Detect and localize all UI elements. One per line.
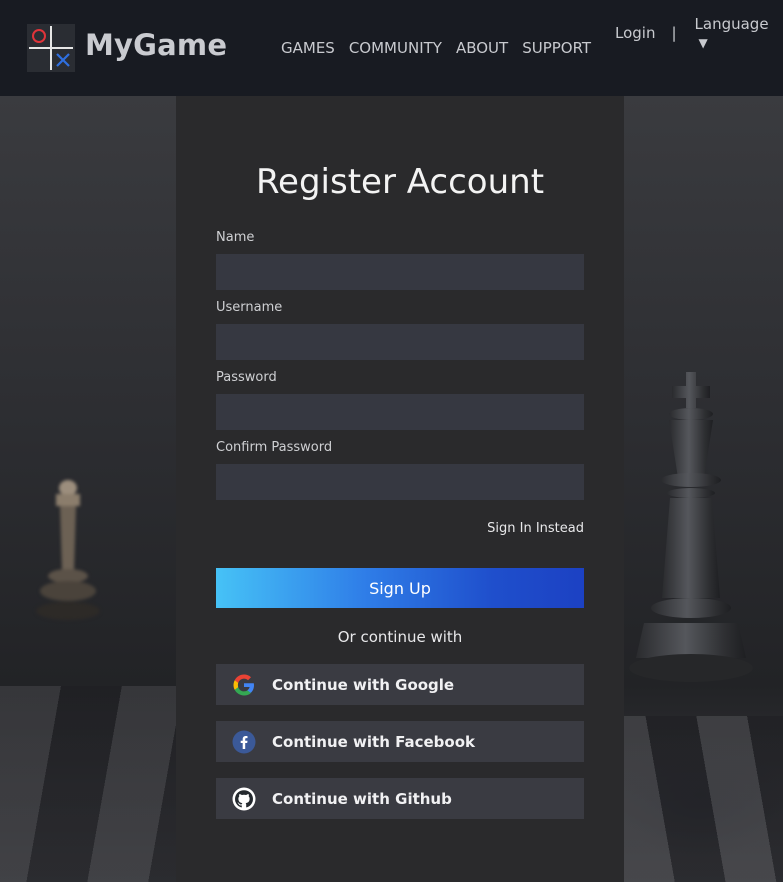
caret-down-icon: ▼: [698, 36, 708, 50]
github-login-button[interactable]: Continue with Github: [216, 778, 584, 819]
separator: |: [671, 24, 677, 42]
facebook-button-label: Continue with Facebook: [272, 732, 476, 751]
github-icon: [232, 787, 256, 811]
top-navbar: MyGame GAMES COMMUNITY ABOUT SUPPORT Log…: [0, 0, 783, 96]
github-button-label: Continue with Github: [272, 789, 452, 808]
nav-support[interactable]: SUPPORT: [522, 39, 591, 57]
facebook-login-button[interactable]: Continue with Facebook: [216, 721, 584, 762]
chessboard-right: [624, 716, 783, 882]
confirm-password-input[interactable]: [216, 464, 584, 500]
chess-rook-image: [36, 480, 100, 620]
username-label: Username: [216, 300, 283, 315]
account-menu: Login | Language ▼: [615, 15, 783, 51]
name-label: Name: [216, 230, 255, 245]
google-icon: [232, 673, 256, 697]
nav-about[interactable]: ABOUT: [456, 39, 508, 57]
password-label: Password: [216, 370, 277, 385]
nav-games[interactable]: GAMES: [281, 39, 335, 57]
nav-community[interactable]: COMMUNITY: [349, 39, 442, 57]
main-nav: GAMES COMMUNITY ABOUT SUPPORT: [281, 39, 591, 57]
brand-name[interactable]: MyGame: [85, 28, 227, 62]
chess-king-image: [629, 372, 753, 682]
facebook-icon: [232, 730, 256, 754]
google-login-button[interactable]: Continue with Google: [216, 664, 584, 705]
sign-up-button[interactable]: Sign Up: [216, 568, 584, 608]
language-label: Language: [694, 15, 769, 33]
sign-in-instead-link[interactable]: Sign In Instead: [216, 521, 584, 536]
page-title: Register Account: [255, 162, 545, 202]
language-dropdown[interactable]: Language ▼: [695, 15, 783, 51]
username-input[interactable]: [216, 324, 584, 360]
google-button-label: Continue with Google: [272, 675, 455, 694]
login-link[interactable]: Login: [615, 24, 655, 42]
logo-icon[interactable]: [27, 24, 75, 72]
name-input[interactable]: [216, 254, 584, 290]
confirm-password-label: Confirm Password: [216, 440, 333, 455]
or-continue-text: Or continue with: [337, 628, 463, 646]
chessboard-left: [0, 686, 176, 882]
password-input[interactable]: [216, 394, 584, 430]
